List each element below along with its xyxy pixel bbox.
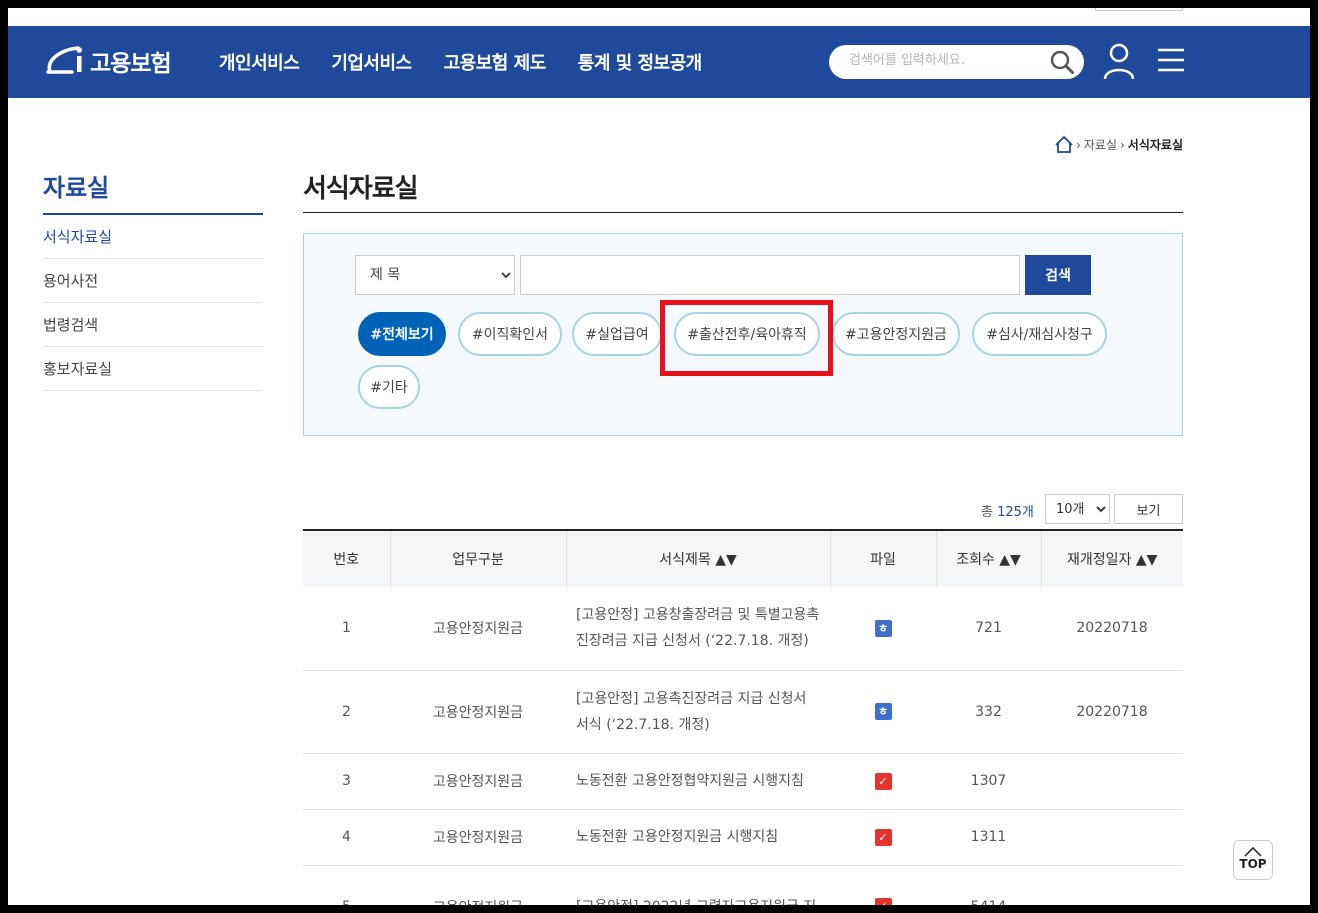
page-size-select[interactable]: 10개 xyxy=(1045,494,1110,524)
hwp-file-icon[interactable]: ㅎ xyxy=(874,619,892,637)
table-header-row: 번호 업무구분 서식제목 ▲▼ 파일 조회수 ▲▼ 재개정일자 ▲▼ xyxy=(303,530,1183,587)
row-number: 2 xyxy=(303,670,390,754)
table-row: 3 고용안정지원금 노동전환 고용안정협약지원금 시행지침 ✓ 1307 xyxy=(303,753,1183,810)
col-category: 업무구분 xyxy=(390,530,567,587)
tag-separation-certificate[interactable]: #이직확인서 xyxy=(458,312,562,356)
site-logo[interactable]: 고용보험 xyxy=(42,42,172,80)
sidebar-item-law-search[interactable]: 법령검색 xyxy=(43,303,263,347)
pdf-file-icon[interactable]: ✓ xyxy=(874,898,892,905)
row-title-link[interactable]: 노동전환 고용안정협약지원금 시행지침 xyxy=(566,753,830,810)
table-row: 1 고용안정지원금 [고용안정] 고용창출장려금 및 특별고용촉진장려금 지급 … xyxy=(303,587,1183,671)
breadcrumb-current: 서식자료실 xyxy=(1127,138,1183,152)
row-category: 고용안정지원금 xyxy=(390,865,566,905)
main-nav: 개인서비스 기업서비스 고용보험 제도 통계 및 정보공개 xyxy=(219,49,702,75)
row-file: ㅎ xyxy=(830,587,936,671)
total-count: 총 125개 xyxy=(981,501,1034,520)
highlight-box xyxy=(660,300,833,376)
row-number: 5 xyxy=(303,865,390,905)
header-search-input[interactable] xyxy=(849,53,1039,68)
browser-page: 고용보험 개인서비스 기업서비스 고용보험 제도 통계 및 정보공개 검색어를 … xyxy=(8,8,1310,905)
hwp-file-icon[interactable]: ㅎ xyxy=(874,703,892,720)
col-title-sort[interactable]: 서식제목 ▲▼ xyxy=(566,530,831,587)
home-icon[interactable] xyxy=(1055,136,1073,153)
table-row: 5 고용안정지원금 [고용안정] 2022년 고령자고용지원금 지 ✓ 5414 xyxy=(303,865,1183,905)
sidebar-item-forms[interactable]: 서식자료실 xyxy=(43,215,263,259)
row-title-link[interactable]: [고용안정] 2022년 고령자고용지원금 지 xyxy=(566,865,830,905)
header-search xyxy=(829,45,1084,79)
row-number: 1 xyxy=(303,587,390,671)
menu-icon[interactable] xyxy=(1158,48,1184,72)
row-views: 332 xyxy=(936,670,1041,754)
total-prefix: 총 xyxy=(981,505,993,520)
row-number: 4 xyxy=(303,809,390,866)
row-views: 1311 xyxy=(936,809,1041,866)
sidebar: 자료실 서식자료실 용어사전 법령검색 홍보자료실 xyxy=(43,168,263,391)
row-category: 고용안정지원금 xyxy=(390,809,566,866)
row-views: 721 xyxy=(936,587,1041,671)
row-file: ✓ xyxy=(830,865,936,905)
total-count-value: 125개 xyxy=(997,505,1034,520)
table-row: 4 고용안정지원금 노동전환 고용안정지원금 시행지침 ✓ 1311 xyxy=(303,809,1183,866)
forms-table: 번호 업무구분 서식제목 ▲▼ 파일 조회수 ▲▼ 재개정일자 ▲▼ 1 고용안… xyxy=(303,529,1183,905)
row-views: 5414 xyxy=(936,865,1041,905)
row-file: ✓ xyxy=(830,753,936,810)
row-title-link[interactable]: [고용안정] 고용촉진장려금 지급 신청서 서식 (‘22.7.18. 개정) xyxy=(566,670,830,754)
col-views-sort[interactable]: 조회수 ▲▼ xyxy=(936,530,1042,587)
nav-personal-services[interactable]: 개인서비스 xyxy=(219,49,300,75)
sidebar-item-promo[interactable]: 홍보자료실 xyxy=(43,347,263,391)
row-date xyxy=(1041,809,1183,866)
row-file: ✓ xyxy=(830,809,936,866)
col-file: 파일 xyxy=(830,530,937,587)
search-button[interactable]: 검색 xyxy=(1025,255,1091,295)
col-date-sort[interactable]: 재개정일자 ▲▼ xyxy=(1041,530,1183,587)
pdf-file-icon[interactable]: ✓ xyxy=(874,772,892,790)
pdf-file-icon[interactable]: ✓ xyxy=(874,828,892,846)
keyword-input[interactable] xyxy=(520,255,1020,295)
chevron-right-icon: › xyxy=(1076,137,1081,152)
site-header: 고용보험 개인서비스 기업서비스 고용보험 제도 통계 및 정보공개 xyxy=(8,26,1310,98)
search-icon[interactable] xyxy=(1050,50,1074,74)
tag-unemployment-benefit[interactable]: #실업급여 xyxy=(572,312,662,356)
row-category: 고용안정지원금 xyxy=(390,587,566,671)
col-number: 번호 xyxy=(303,530,391,587)
row-category: 고용안정지원금 xyxy=(390,670,566,754)
tag-all[interactable]: #전체보기 xyxy=(358,312,446,356)
sidebar-item-glossary[interactable]: 용어사전 xyxy=(43,259,263,303)
tag-review-appeal[interactable]: #심사/재심사청구 xyxy=(972,312,1107,356)
search-field-select[interactable]: 제 목 xyxy=(355,255,515,295)
scroll-top-button[interactable]: TOP xyxy=(1233,840,1273,880)
table-row: 2 고용안정지원금 [고용안정] 고용촉진장려금 지급 신청서 서식 (‘22.… xyxy=(303,670,1183,754)
ei-logo-icon xyxy=(46,46,83,74)
breadcrumb-section[interactable]: 자료실 xyxy=(1084,136,1117,153)
tag-employment-stability[interactable]: #고용안정지원금 xyxy=(832,312,960,356)
row-date: 20220718 xyxy=(1041,587,1183,671)
nav-business-services[interactable]: 기업서비스 xyxy=(331,49,412,75)
chevron-right-icon: › xyxy=(1119,137,1125,152)
row-number: 3 xyxy=(303,753,390,810)
logo-text: 고용보험 xyxy=(90,51,172,77)
title-divider xyxy=(303,212,1183,213)
chevron-up-icon xyxy=(1244,847,1262,857)
top-label: TOP xyxy=(1239,857,1267,871)
nav-insurance-system[interactable]: 고용보험 제도 xyxy=(444,49,547,75)
sidebar-title: 자료실 xyxy=(43,168,263,215)
row-views: 1307 xyxy=(936,753,1041,810)
row-date: 20220718 xyxy=(1041,670,1183,754)
page-title: 서식자료실 xyxy=(303,174,419,204)
nav-statistics[interactable]: 통계 및 정보공개 xyxy=(578,49,702,75)
row-date xyxy=(1041,753,1183,810)
row-title-link[interactable]: [고용안정] 고용창출장려금 및 특별고용촉진장려금 지급 신청서 (‘22.7… xyxy=(566,587,830,671)
row-file: ㅎ xyxy=(830,670,936,754)
row-title-link[interactable]: 노동전환 고용안정지원금 시행지침 xyxy=(566,809,830,866)
row-category: 고용안정지원금 xyxy=(390,753,566,810)
tag-other[interactable]: #기타 xyxy=(358,365,420,409)
row-date xyxy=(1041,865,1183,905)
view-button[interactable]: 보기 xyxy=(1114,494,1183,524)
user-icon[interactable] xyxy=(1102,42,1136,80)
top-utility-strip xyxy=(1095,8,1183,11)
breadcrumb: › 자료실 › 서식자료실 xyxy=(1055,136,1183,153)
